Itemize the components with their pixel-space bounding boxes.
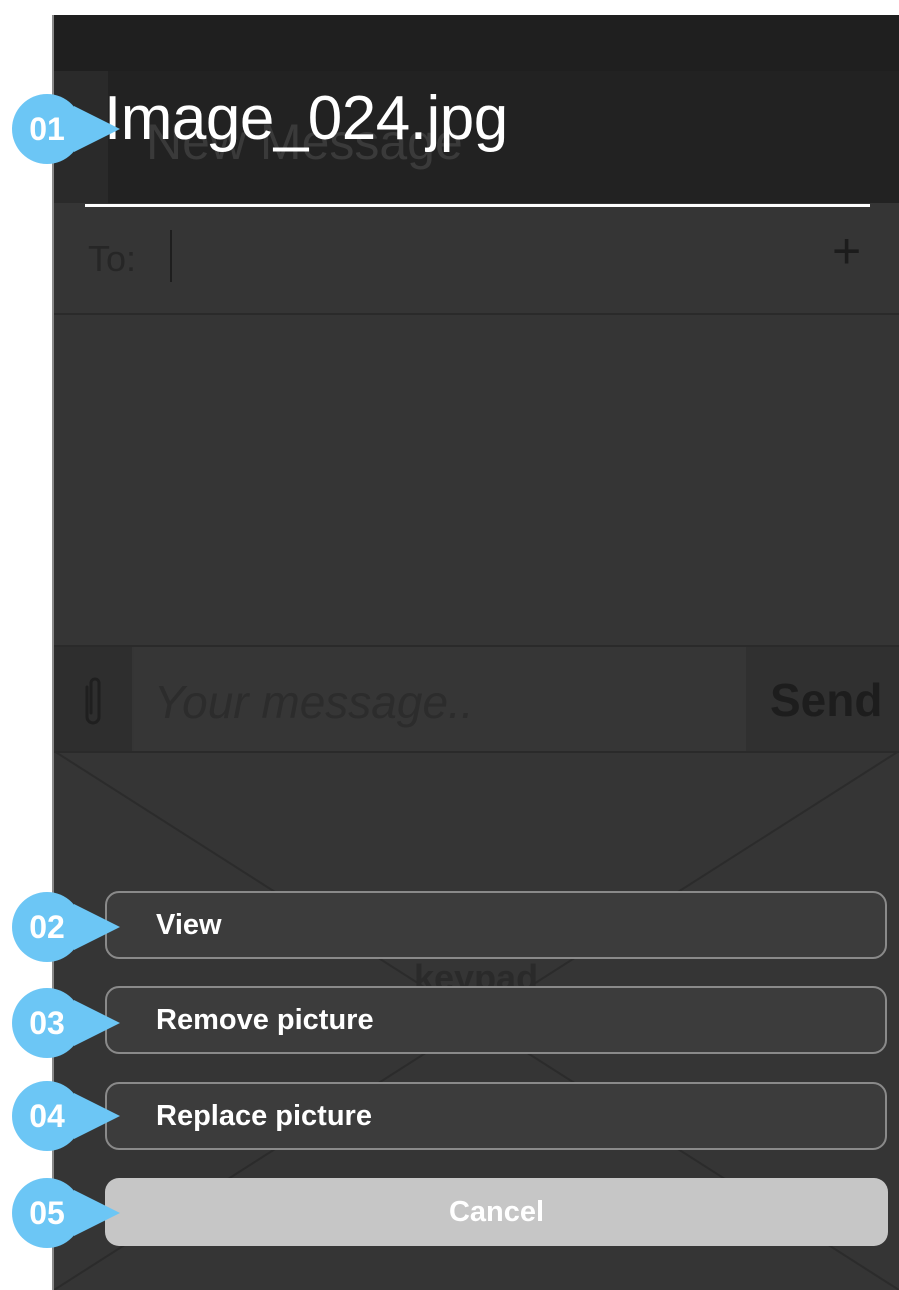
status-bar xyxy=(54,15,899,71)
callout-number: 05 xyxy=(29,1195,65,1231)
to-label: To: xyxy=(88,238,137,279)
remove-picture-button[interactable]: Remove picture xyxy=(105,986,887,1054)
callout-04: 04 xyxy=(12,1081,124,1151)
callout-01: 01 xyxy=(12,94,124,164)
callout-number: 04 xyxy=(29,1098,65,1134)
file-title: Image_024.jpg xyxy=(104,84,508,153)
message-placeholder: Your message.. xyxy=(154,676,474,728)
view-button[interactable]: View xyxy=(105,891,887,959)
send-button[interactable]: Send xyxy=(746,647,899,751)
recipient-row[interactable]: To: + xyxy=(54,210,899,315)
cancel-button[interactable]: Cancel xyxy=(105,1178,888,1246)
attach-button[interactable] xyxy=(54,647,132,751)
callout-number: 03 xyxy=(29,1005,65,1041)
compose-bar: Your message.. Send xyxy=(54,645,899,753)
title-bar: New Message Image_024.jpg xyxy=(54,71,899,203)
callout-03: 03 xyxy=(12,988,124,1058)
text-caret xyxy=(170,230,172,282)
title-underline xyxy=(85,204,870,207)
callout-02: 02 xyxy=(12,892,124,962)
message-area xyxy=(54,315,899,645)
callout-05: 05 xyxy=(12,1178,124,1248)
replace-picture-button[interactable]: Replace picture xyxy=(105,1082,887,1150)
callout-number: 01 xyxy=(29,111,65,147)
callout-number: 02 xyxy=(29,909,65,945)
add-recipient-button[interactable]: + xyxy=(832,226,861,276)
paperclip-icon xyxy=(85,677,101,725)
send-label: Send xyxy=(770,674,883,726)
